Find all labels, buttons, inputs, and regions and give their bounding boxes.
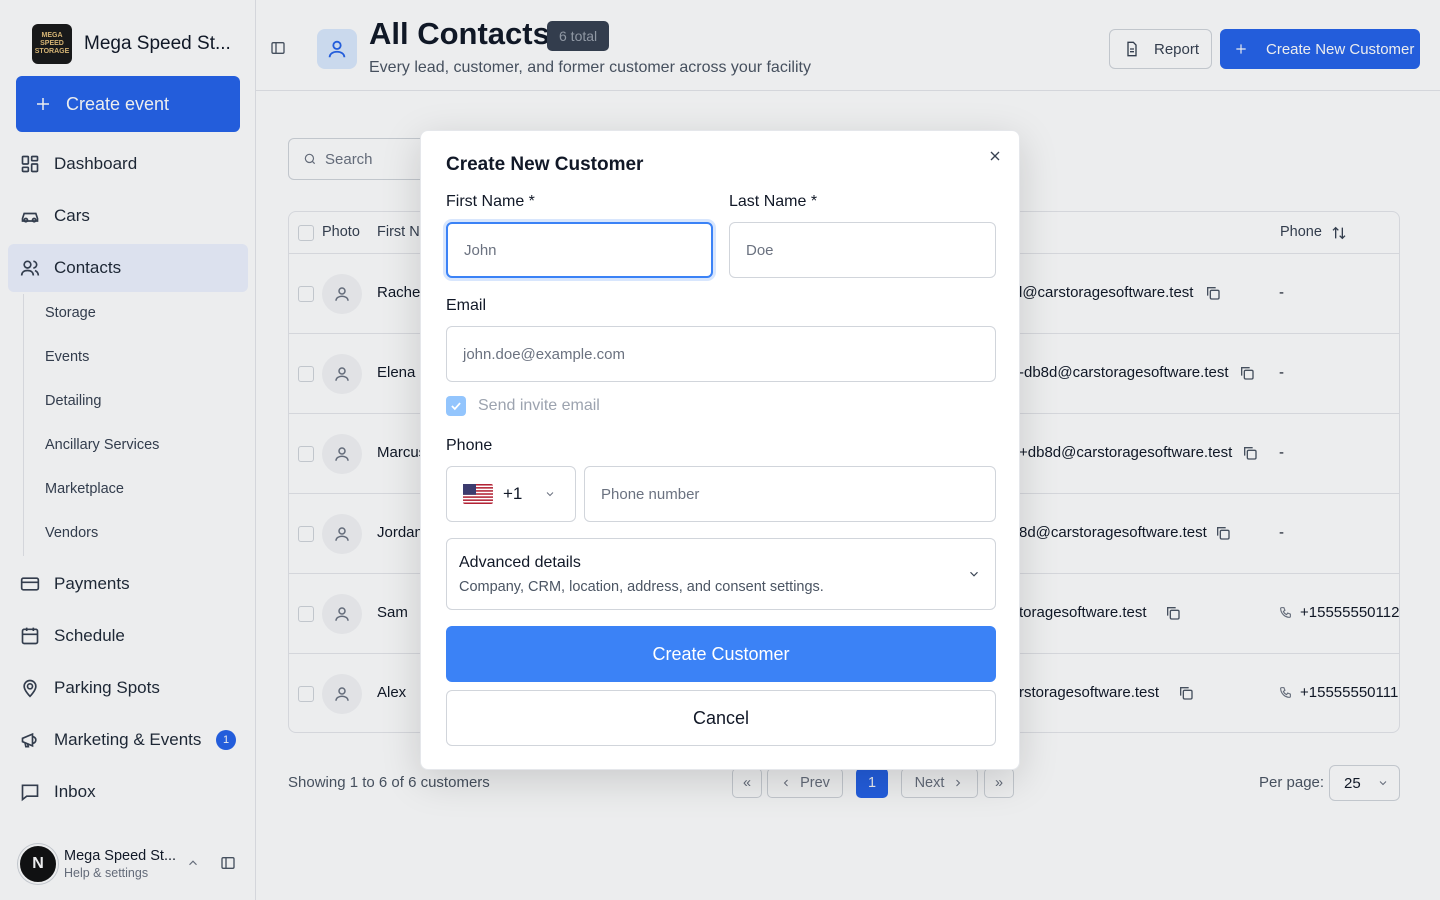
email-field[interactable]: john.doe@example.com <box>446 326 996 382</box>
country-code: +1 <box>503 484 523 503</box>
last-name-label: Last Name * <box>729 193 818 210</box>
phone-number-field[interactable]: Phone number <box>584 466 996 522</box>
chevron-down-icon <box>544 488 556 500</box>
advanced-details-toggle[interactable]: Advanced details Company, CRM, location,… <box>446 538 996 610</box>
close-icon[interactable] <box>987 148 1003 164</box>
chevron-down-icon <box>967 567 983 583</box>
phone-label: Phone <box>446 437 493 454</box>
us-flag-icon <box>463 484 493 504</box>
first-name-label: First Name * <box>446 193 535 210</box>
first-name-field[interactable]: John <box>446 222 713 278</box>
last-name-field[interactable]: Doe <box>729 222 996 278</box>
advanced-details-subtitle: Company, CRM, location, address, and con… <box>459 579 824 595</box>
create-customer-button[interactable]: Create Customer <box>446 626 996 682</box>
advanced-details-title: Advanced details <box>459 554 581 571</box>
send-invite-checkbox[interactable]: Send invite email <box>446 396 600 416</box>
cancel-button[interactable]: Cancel <box>446 690 996 746</box>
create-customer-modal: Create New Customer First Name * John La… <box>420 130 1020 770</box>
check-icon <box>446 396 466 416</box>
email-label: Email <box>446 297 487 314</box>
send-invite-label: Send invite email <box>478 397 600 414</box>
country-code-select[interactable]: +1 <box>446 466 576 522</box>
modal-title: Create New Customer <box>446 154 644 175</box>
